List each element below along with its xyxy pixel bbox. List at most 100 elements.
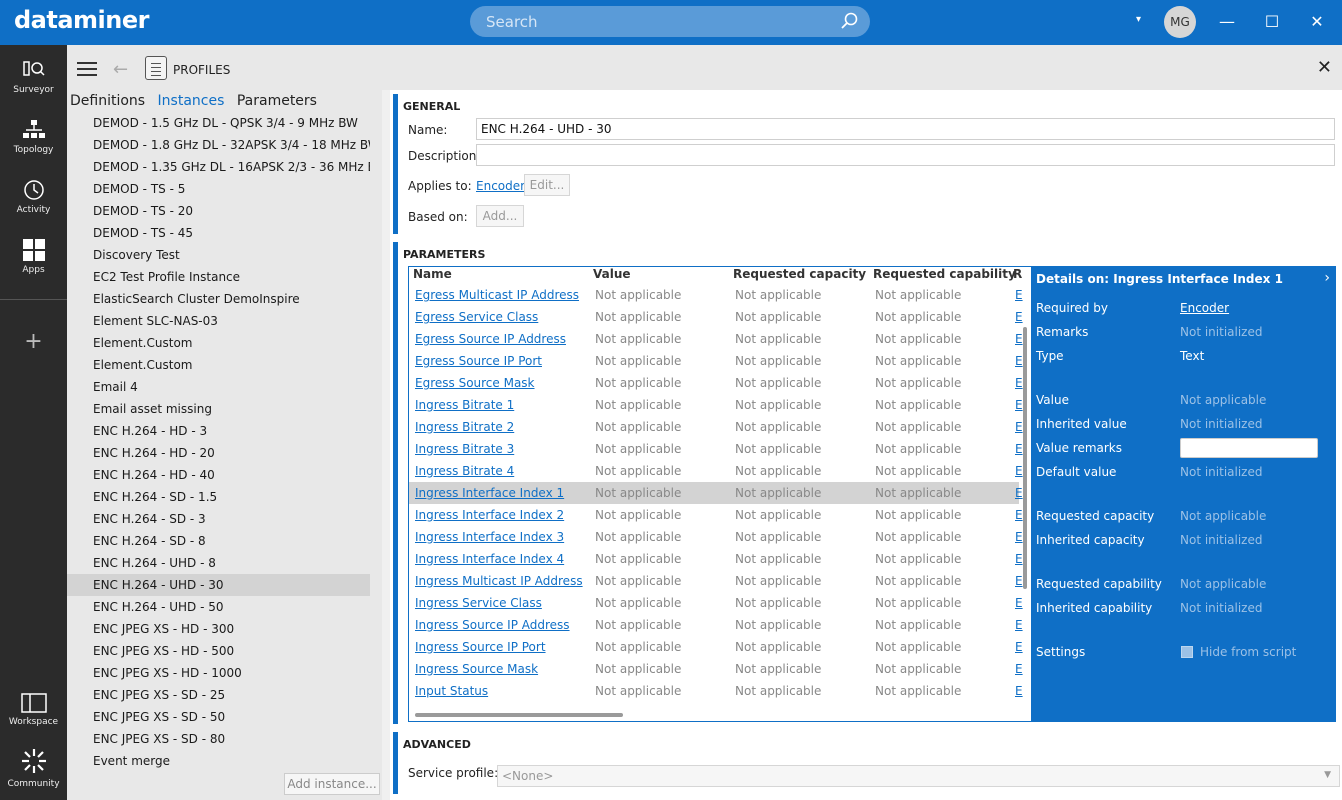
list-item[interactable]: ENC H.264 - HD - 40: [67, 464, 370, 486]
parameter-name-link[interactable]: Ingress Bitrate 2: [415, 416, 514, 438]
list-item[interactable]: Element.Custom: [67, 332, 370, 354]
list-item[interactable]: Email asset missing: [67, 398, 370, 420]
parameter-name-link[interactable]: Ingress Interface Index 3: [415, 526, 564, 548]
dropdown-caret-icon[interactable]: ▾: [1136, 14, 1141, 25]
horizontal-scrollbar[interactable]: [415, 713, 623, 717]
close-window-icon[interactable]: ✕: [1305, 10, 1329, 34]
table-row[interactable]: Ingress Source IP Address Not applicable N…: [409, 614, 1023, 636]
list-item[interactable]: ENC H.264 - HD - 3: [67, 420, 370, 442]
truncated-cell[interactable]: E: [1015, 548, 1023, 570]
parameter-name-link[interactable]: Egress Source IP Port: [415, 350, 542, 372]
plus-icon[interactable]: +: [0, 329, 67, 354]
table-row[interactable]: Ingress Bitrate 3 Not applicable Not appli…: [409, 438, 1023, 460]
value-remarks-input[interactable]: [1180, 438, 1318, 458]
column-header-name[interactable]: Name: [413, 267, 452, 281]
truncated-cell[interactable]: E: [1015, 328, 1023, 350]
list-item[interactable]: ENC H.264 - UHD - 50: [67, 596, 370, 618]
list-item[interactable]: ENC JPEG XS - SD - 25: [67, 684, 370, 706]
parameter-name-link[interactable]: Egress Multicast IP Address: [415, 284, 579, 306]
parameter-name-link[interactable]: Ingress Interface Index 1: [415, 482, 564, 504]
table-row[interactable]: Ingress Interface Index 4 Not applicable N…: [409, 548, 1023, 570]
tab-parameters[interactable]: Parameters: [237, 93, 317, 109]
parameter-name-link[interactable]: Egress Source Mask: [415, 372, 535, 394]
name-field[interactable]: ENC H.264 - UHD - 30: [476, 118, 1335, 140]
column-header-requested-capability[interactable]: Requested capability: [873, 267, 1016, 281]
description-field[interactable]: [476, 144, 1335, 166]
list-item[interactable]: DEMOD - TS - 5: [67, 178, 370, 200]
truncated-cell[interactable]: E: [1015, 526, 1023, 548]
nav-workspace[interactable]: Workspace: [0, 693, 67, 727]
list-item[interactable]: Discovery Test: [67, 244, 370, 266]
table-row[interactable]: Ingress Interface Index 1 Not applicable N…: [409, 482, 1023, 504]
parameter-name-link[interactable]: Ingress Source IP Port: [415, 636, 546, 658]
parameter-name-link[interactable]: Ingress Multicast IP Address: [415, 570, 583, 592]
list-item[interactable]: ElasticSearch Cluster DemoInspire: [67, 288, 370, 310]
list-item[interactable]: DEMOD - TS - 45: [67, 222, 370, 244]
truncated-cell[interactable]: E: [1015, 438, 1023, 460]
chevron-right-icon[interactable]: ›: [1324, 270, 1330, 286]
truncated-cell[interactable]: E: [1015, 460, 1023, 482]
hide-from-script-checkbox[interactable]: [1181, 646, 1193, 658]
parameter-name-link[interactable]: Ingress Source Mask: [415, 658, 538, 680]
list-item[interactable]: ENC H.264 - HD - 20: [67, 442, 370, 464]
table-row[interactable]: Egress Source IP Port Not applicable Not a…: [409, 350, 1023, 372]
list-item[interactable]: DEMOD - 1.5 GHz DL - QPSK 3/4 - 9 MHz BW: [67, 112, 370, 134]
table-row[interactable]: Ingress Service Class Not applicable Not a…: [409, 592, 1023, 614]
truncated-cell[interactable]: E: [1015, 350, 1023, 372]
parameter-name-link[interactable]: Ingress Bitrate 1: [415, 394, 514, 416]
pane-divider[interactable]: [382, 90, 390, 800]
parameter-name-link[interactable]: Input Status: [415, 680, 488, 702]
list-item[interactable]: ENC JPEG XS - HD - 500: [67, 640, 370, 662]
close-icon[interactable]: ✕: [1317, 57, 1332, 78]
list-item[interactable]: ENC H.264 - UHD - 8: [67, 552, 370, 574]
based-on-add-button[interactable]: Add...: [476, 205, 524, 227]
table-row[interactable]: Ingress Bitrate 2 Not applicable Not appli…: [409, 416, 1023, 438]
minimize-icon[interactable]: —: [1215, 10, 1239, 34]
list-item[interactable]: DEMOD - 1.35 GHz DL - 16APSK 2/3 - 36 MH…: [67, 156, 370, 178]
nav-surveyor[interactable]: Surveyor: [0, 59, 67, 95]
list-item[interactable]: ENC JPEG XS - SD - 80: [67, 728, 370, 750]
truncated-cell[interactable]: E: [1015, 614, 1023, 636]
hamburger-menu-icon[interactable]: [77, 62, 97, 76]
truncated-cell[interactable]: E: [1015, 570, 1023, 592]
truncated-cell[interactable]: E: [1015, 680, 1023, 702]
parameter-name-link[interactable]: Ingress Interface Index 4: [415, 548, 564, 570]
list-item[interactable]: Email 4: [67, 376, 370, 398]
truncated-cell[interactable]: E: [1015, 394, 1023, 416]
list-item[interactable]: EC2 Test Profile Instance: [67, 266, 370, 288]
add-instance-button[interactable]: Add instance...: [284, 773, 380, 795]
tab-instances[interactable]: Instances: [158, 93, 225, 109]
truncated-cell[interactable]: E: [1015, 284, 1023, 306]
parameter-name-link[interactable]: Ingress Service Class: [415, 592, 542, 614]
nav-topology[interactable]: Topology: [0, 119, 67, 155]
table-row[interactable]: Egress Source IP Address Not applicable No…: [409, 328, 1023, 350]
truncated-cell[interactable]: E: [1015, 658, 1023, 680]
table-row[interactable]: Egress Service Class Not applicable Not ap…: [409, 306, 1023, 328]
column-header-r[interactable]: R: [1013, 267, 1022, 281]
parameter-name-link[interactable]: Ingress Source IP Address: [415, 614, 570, 636]
applies-to-link[interactable]: Encoder: [476, 179, 525, 193]
back-arrow-icon[interactable]: ←: [113, 59, 128, 80]
list-item[interactable]: ENC H.264 - SD - 3: [67, 508, 370, 530]
parameter-name-link[interactable]: Ingress Bitrate 4: [415, 460, 514, 482]
parameter-name-link[interactable]: Ingress Bitrate 3: [415, 438, 514, 460]
truncated-cell[interactable]: E: [1015, 592, 1023, 614]
list-item[interactable]: ENC H.264 - UHD - 30: [67, 574, 370, 596]
table-row[interactable]: Ingress Bitrate 1 Not applicable Not appli…: [409, 394, 1023, 416]
parameter-name-link[interactable]: Egress Source IP Address: [415, 328, 566, 350]
column-header-value[interactable]: Value: [593, 267, 631, 281]
tab-definitions[interactable]: Definitions: [70, 93, 145, 109]
table-row[interactable]: Input Status Not applicable Not applicable…: [409, 680, 1023, 702]
user-avatar[interactable]: MG: [1164, 6, 1196, 38]
truncated-cell[interactable]: E: [1015, 636, 1023, 658]
list-item[interactable]: ENC JPEG XS - HD - 300: [67, 618, 370, 640]
table-row[interactable]: Ingress Source Mask Not applicable Not app…: [409, 658, 1023, 680]
vertical-scrollbar[interactable]: [1023, 327, 1027, 589]
table-row[interactable]: Ingress Interface Index 3 Not applicable N…: [409, 526, 1023, 548]
table-row[interactable]: Ingress Multicast IP Address Not applicab…: [409, 570, 1023, 592]
search-box[interactable]: Search: [470, 6, 870, 37]
list-item[interactable]: DEMOD - 1.8 GHz DL - 32APSK 3/4 - 18 MHz…: [67, 134, 370, 156]
table-row[interactable]: Egress Source Mask Not applicable Not appl…: [409, 372, 1023, 394]
maximize-icon[interactable]: ☐: [1260, 10, 1284, 34]
list-item[interactable]: Element.Custom: [67, 354, 370, 376]
